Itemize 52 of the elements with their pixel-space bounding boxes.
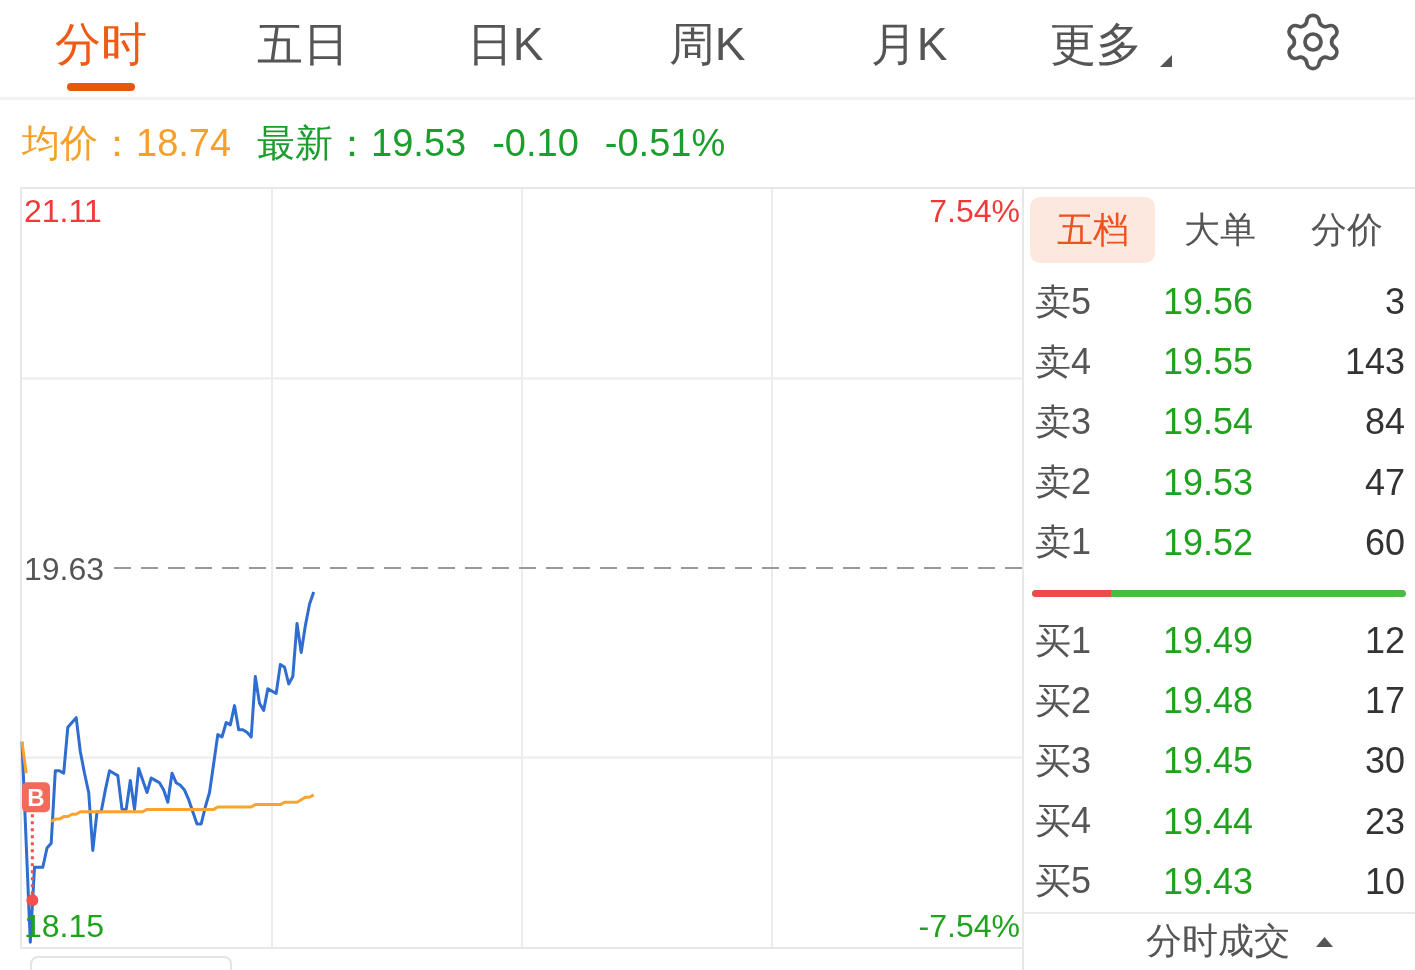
axis-label: -7.54% bbox=[918, 907, 1020, 944]
order-book-tab[interactable]: 分价 bbox=[1284, 197, 1409, 263]
average-price: 18.74 bbox=[136, 122, 232, 165]
order-volume: 17 bbox=[1364, 680, 1405, 723]
marker-dot bbox=[26, 894, 39, 907]
average-label: 均价： bbox=[22, 121, 136, 166]
caret-icon bbox=[1160, 55, 1172, 67]
level-label: 卖1 bbox=[1035, 520, 1093, 565]
order-volume: 143 bbox=[1344, 341, 1405, 384]
buy-marker: B bbox=[22, 782, 50, 813]
order-volume: 10 bbox=[1364, 860, 1405, 903]
price-change: -0.10 bbox=[492, 122, 579, 165]
axis-label: 19.63 bbox=[24, 550, 105, 587]
caret-up-icon bbox=[1316, 936, 1333, 947]
order-volume: 3 bbox=[1384, 281, 1405, 324]
level-label: 买1 bbox=[1035, 618, 1093, 663]
order-price: 19.43 bbox=[1163, 860, 1254, 903]
order-price: 19.52 bbox=[1163, 521, 1254, 564]
axis-label: 21.11 bbox=[24, 193, 102, 230]
order-volume: 60 bbox=[1364, 521, 1405, 564]
order-price: 19.54 bbox=[1163, 401, 1254, 444]
order-volume: 47 bbox=[1364, 461, 1405, 504]
order-price: 19.44 bbox=[1163, 800, 1254, 843]
level-label: 买4 bbox=[1035, 799, 1093, 844]
order-volume: 84 bbox=[1364, 401, 1405, 444]
axis-label: 7.54% bbox=[929, 193, 1020, 230]
order-price: 19.48 bbox=[1163, 680, 1254, 723]
order-price: 19.55 bbox=[1163, 341, 1254, 384]
level-label: 卖2 bbox=[1035, 460, 1093, 505]
level-label: 卖3 bbox=[1035, 399, 1093, 444]
order-price: 19.56 bbox=[1163, 281, 1254, 324]
percent-change: -0.51% bbox=[604, 122, 726, 165]
level-label: 买3 bbox=[1035, 738, 1093, 783]
order-price: 19.45 bbox=[1163, 740, 1254, 783]
latest-label: 最新： bbox=[257, 121, 372, 166]
trades-toggle[interactable]: 分时成交 bbox=[1146, 917, 1333, 967]
order-volume: 12 bbox=[1364, 620, 1405, 663]
level-label: 卖5 bbox=[1035, 279, 1093, 324]
more-menu-tab[interactable]: 更多 bbox=[1050, 0, 1172, 97]
level-label: 卖4 bbox=[1035, 339, 1093, 384]
order-price: 19.49 bbox=[1163, 620, 1254, 663]
tab[interactable]: 日K bbox=[466, 0, 544, 97]
tab[interactable]: 周K bbox=[668, 0, 746, 97]
order-price: 19.53 bbox=[1163, 461, 1254, 504]
latest-price: 19.53 bbox=[371, 122, 467, 165]
level-label: 买5 bbox=[1035, 859, 1093, 904]
level-label: 买2 bbox=[1035, 678, 1093, 723]
order-book-tab[interactable]: 大单 bbox=[1157, 197, 1282, 263]
tab[interactable]: 月K bbox=[870, 0, 948, 97]
tab[interactable]: 五日 bbox=[257, 0, 349, 97]
order-volume: 23 bbox=[1364, 800, 1405, 843]
order-volume: 30 bbox=[1364, 740, 1405, 783]
